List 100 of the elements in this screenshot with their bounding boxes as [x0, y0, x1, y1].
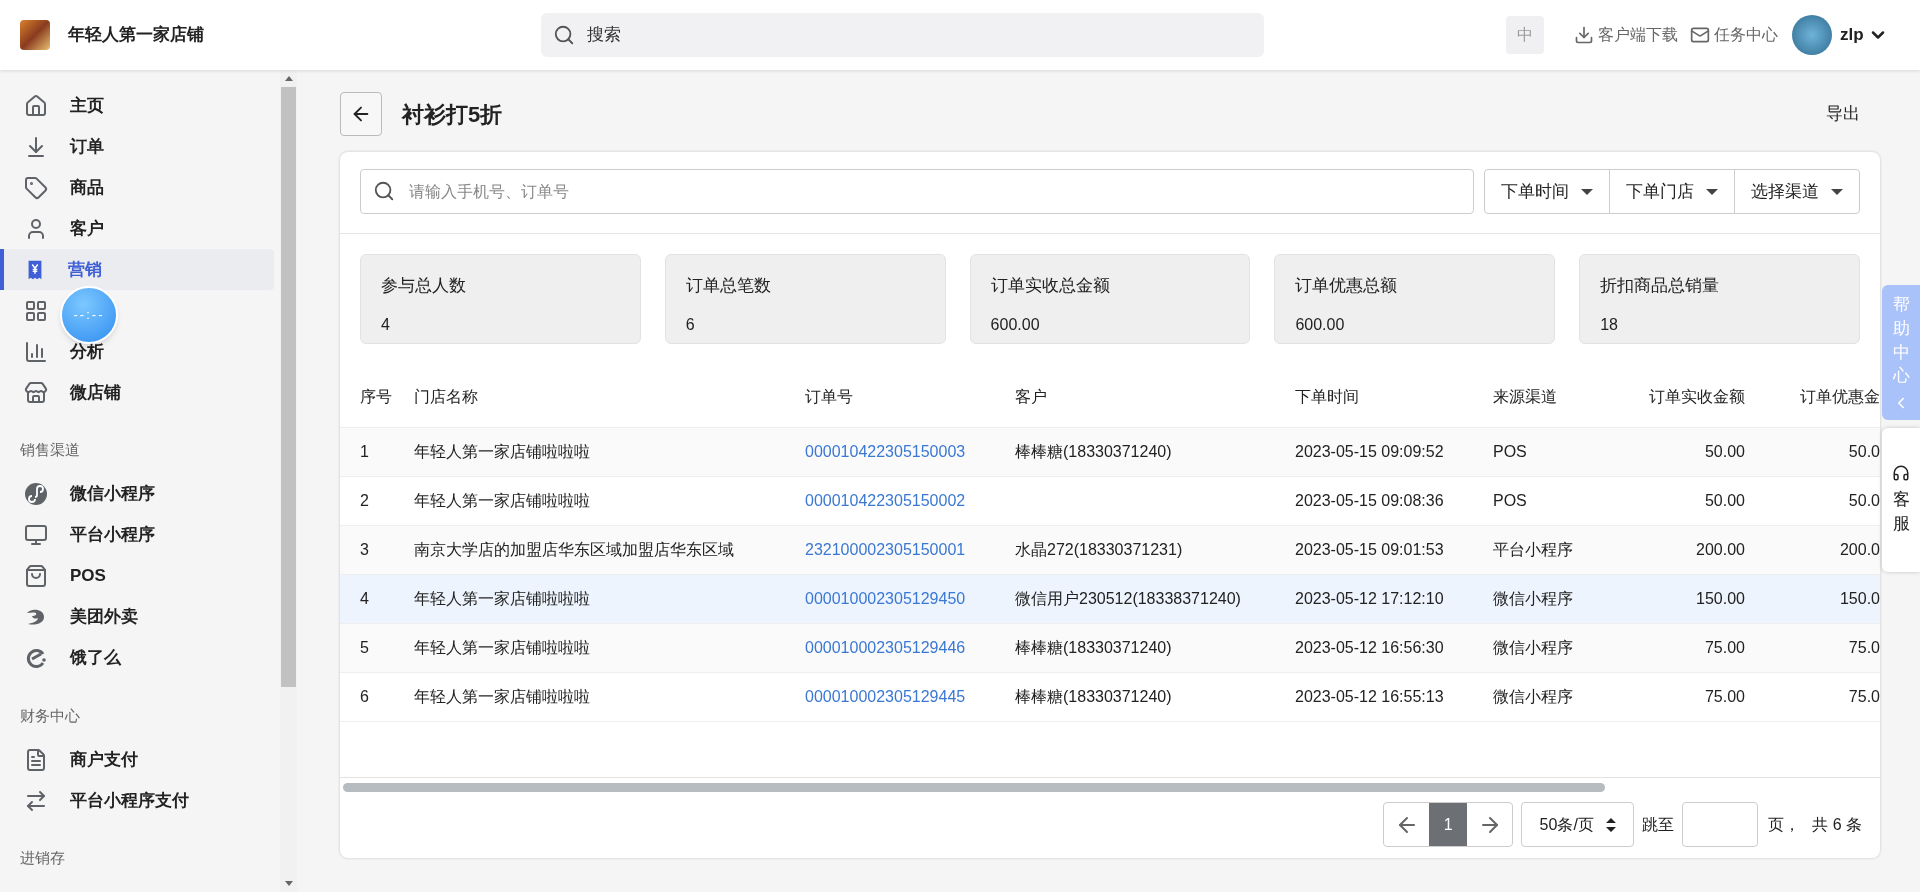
order-link[interactable]: 000010422305150003 — [805, 443, 966, 460]
sidebar-item[interactable]: 营销 — [0, 249, 274, 290]
search-field[interactable]: 搜索 — [541, 13, 1264, 57]
table-row[interactable]: 6 年轻人第一家店铺啦啦啦 000010002305129445 棒棒糖(18330371240) 2023-05-12 16:55:13 微信小程序 75.00 75.0 — [340, 673, 1880, 722]
table-cell: 75.0 — [1848, 639, 1880, 656]
stat-label: 订单实收总金额 — [990, 275, 1111, 297]
stat-label: 订单优惠总额 — [1295, 275, 1399, 297]
download-icon — [1574, 25, 1594, 45]
table-cell: POS — [1493, 443, 1527, 460]
stat-value: 4 — [381, 314, 391, 335]
table-cell: 平台小程序 — [1493, 541, 1573, 558]
caret-icon — [1581, 188, 1593, 195]
jump-page-input[interactable] — [1682, 802, 1759, 847]
table-row[interactable]: 1 年轻人第一家店铺啦啦啦 000010422305150003 棒棒糖(18330371240) 2023-05-15 09:09:52 POS 50.00 50.0 — [340, 428, 1880, 477]
table-row[interactable]: 3 南京大学店的加盟店华东区域加盟店华东区域 232100002305150001 水晶272(18330371231) 2023-05-15 09:01:53 平台小程序 200.00 200.0 — [340, 526, 1880, 575]
filter-dropdown[interactable]: 下单门店 — [1609, 170, 1734, 213]
sidebar-item[interactable]: 平台小程序 — [0, 514, 274, 556]
bar-chart-icon — [24, 339, 48, 364]
stat-value: 600.00 — [1295, 314, 1346, 335]
order-link[interactable]: 000010002305129446 — [805, 639, 966, 656]
link-circle-icon — [24, 482, 48, 506]
column-header: 订单优惠金 — [1800, 387, 1880, 405]
scroll-down-icon — [284, 881, 293, 886]
mail-icon — [1690, 25, 1710, 45]
sidebar-item[interactable]: 美团外卖 — [0, 596, 274, 638]
page-suffix: 页， — [1768, 814, 1801, 835]
header-link[interactable]: 客户端下载 — [1598, 23, 1678, 47]
stat-value: 18 — [1600, 314, 1619, 335]
table-cell: 年轻人第一家店铺啦啦啦 — [414, 639, 590, 656]
stat-label: 订单总笔数 — [685, 275, 772, 297]
sort-arrows-icon — [1605, 816, 1616, 833]
order-link[interactable]: 000010002305129445 — [805, 688, 966, 705]
table-cell: 5 — [360, 639, 369, 656]
sidebar-item[interactable]: 主页 — [0, 85, 274, 126]
sidebar-scrollbar[interactable] — [280, 70, 297, 892]
stat-label: 折扣商品总销量 — [1600, 275, 1721, 297]
table-cell: 1 — [360, 443, 369, 460]
column-header: 订单实收金额 — [1649, 387, 1745, 405]
table-cell: 水晶272(18330371231) — [1015, 541, 1183, 558]
sidebar-item[interactable]: 微信小程序 — [0, 473, 274, 515]
sidebar-item[interactable]: 平台小程序支付 — [0, 780, 274, 821]
table-cell: 南京大学店的加盟店华东区域加盟店华东区域 — [414, 541, 734, 558]
table-row[interactable]: 5 年轻人第一家店铺啦啦啦 000010002305129446 棒棒糖(18330371240) 2023-05-12 16:56:30 微信小程序 75.00 75.0 — [340, 624, 1880, 673]
back-button[interactable] — [340, 92, 382, 136]
grid-icon — [24, 298, 48, 323]
page-button[interactable]: 1 — [1429, 803, 1468, 846]
table-cell: 年轻人第一家店铺啦啦啦 — [414, 492, 590, 509]
filter-dropdown[interactable]: 选择渠道 — [1734, 170, 1859, 213]
table-cell: 3 — [360, 541, 369, 558]
table-cell: 微信小程序 — [1493, 590, 1573, 607]
table-row[interactable]: 2 年轻人第一家店铺啦啦啦 000010422305150002 2023-05-15 09:08:36 POS 50.00 50.0 — [340, 477, 1880, 526]
monitor-icon — [24, 523, 48, 547]
sidebar-item[interactable]: 微店铺 — [0, 372, 274, 413]
header-link[interactable]: 任务中心 — [1714, 23, 1778, 47]
table-cell: 微信小程序 — [1493, 688, 1573, 705]
column-header: 订单号 — [805, 387, 853, 405]
order-link[interactable]: 232100002305150001 — [805, 541, 966, 558]
table-row[interactable]: 4 年轻人第一家店铺啦啦啦 000010002305129450 微信用户230512(18338371240) 2023-05-12 17:12:10 微信小程序 150.00 150.0 — [340, 575, 1880, 624]
export-button[interactable]: 导出 — [1826, 101, 1860, 127]
order-link[interactable]: 000010002305129450 — [805, 590, 966, 607]
table-cell: 200.0 — [1839, 541, 1880, 558]
stat-value: 600.00 — [990, 314, 1041, 335]
user-avatar[interactable] — [1792, 15, 1832, 55]
page-size-select[interactable]: 50条/页 — [1521, 802, 1635, 847]
column-header: 门店名称 — [414, 387, 478, 405]
search-field[interactable]: 请输入手机号、订单号 — [360, 169, 1474, 214]
search-icon — [373, 180, 395, 202]
sidebar-item[interactable]: POS — [0, 555, 274, 597]
e-circle-icon — [24, 646, 48, 670]
sidebar-item[interactable]: 商品 — [0, 167, 274, 208]
table-cell: 2023-05-12 16:55:13 — [1295, 688, 1444, 705]
table-cell: 4 — [360, 590, 369, 607]
customer-service-tab[interactable]: 客服 — [1882, 428, 1920, 572]
sidebar-item[interactable]: 商户支付 — [0, 739, 274, 780]
table-cell: 150.0 — [1839, 590, 1880, 607]
table-cell: 150.00 — [1696, 590, 1745, 607]
stat-label: 参与总人数 — [381, 275, 467, 297]
sidebar-item[interactable]: 客户 — [0, 208, 274, 249]
table-cell: 200.00 — [1696, 541, 1745, 558]
caret-icon — [1706, 188, 1718, 195]
column-header: 序号 — [360, 387, 392, 405]
sidebar-section-title: 销售渠道 — [19, 440, 81, 460]
table-cell: 2023-05-12 16:56:30 — [1295, 639, 1444, 656]
tag-icon — [24, 175, 48, 200]
home-icon — [24, 93, 48, 118]
user-name[interactable]: zlp — [1840, 22, 1864, 48]
sidebar-section-title: 进销存 — [19, 848, 66, 868]
filter-dropdown[interactable]: 下单时间 — [1485, 170, 1609, 213]
table-cell: 棒棒糖(18330371240) — [1015, 443, 1172, 460]
column-header: 来源渠道 — [1493, 387, 1557, 405]
sidebar-item[interactable]: 饿了么 — [0, 637, 274, 679]
table-cell: 50.0 — [1848, 443, 1880, 460]
store-name: 年轻人第一家店铺 — [68, 24, 204, 47]
table-cell: 微信用户230512(18338371240) — [1015, 590, 1241, 607]
table-cell: 75.00 — [1704, 639, 1745, 656]
horizontal-scrollbar[interactable] — [343, 783, 1605, 792]
sidebar-item[interactable]: 订单 — [0, 126, 274, 167]
arrows-swap-icon — [24, 788, 48, 813]
scroll-up-icon — [284, 76, 293, 81]
order-link[interactable]: 000010422305150002 — [805, 492, 966, 509]
